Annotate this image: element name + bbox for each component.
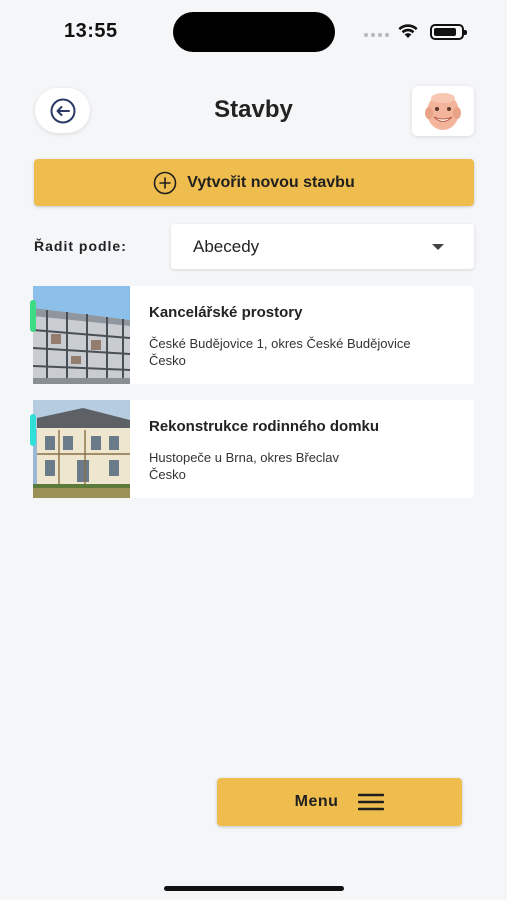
project-address: České Budějovice 1, okres České Budějovi…	[149, 336, 411, 351]
screen: 13:55 Stavby Vytvořit novou stavbu Řadit…	[0, 0, 507, 900]
hamburger-menu-icon	[358, 793, 385, 811]
sort-dropdown[interactable]: Abecedy	[171, 224, 474, 269]
status-time: 13:55	[64, 20, 118, 42]
menu-button[interactable]: Menu	[217, 778, 462, 826]
wifi-icon	[398, 24, 418, 38]
building-photo	[33, 400, 130, 498]
menu-button-label: Menu	[294, 793, 339, 810]
create-building-button[interactable]: Vytvořit novou stavbu	[34, 159, 474, 206]
status-indicator	[30, 300, 36, 332]
status-indicator	[30, 414, 36, 446]
dynamic-island	[173, 12, 335, 52]
home-indicator	[164, 886, 344, 891]
user-avatar-icon	[425, 93, 461, 130]
project-title: Rekonstrukce rodinného domku	[149, 418, 380, 435]
avatar[interactable]	[412, 86, 474, 136]
cellular-signal-icon	[364, 33, 389, 37]
sort-selected-value: Abecedy	[193, 237, 260, 256]
building-photo	[33, 286, 130, 384]
project-title: Kancelářské prostory	[149, 304, 303, 321]
create-button-label: Vytvořit novou stavbu	[187, 173, 355, 191]
sort-label: Řadit podle:	[34, 238, 127, 254]
chevron-down-icon	[432, 244, 444, 250]
project-country: Česko	[149, 353, 186, 368]
status-bar: 13:55	[0, 0, 507, 62]
list-item[interactable]: Rekonstrukce rodinného domku Hustopeče u…	[30, 400, 474, 498]
list-item[interactable]: Kancelářské prostory České Budějovice 1,…	[30, 286, 474, 384]
project-address: Hustopeče u Brna, okres Břeclav	[149, 450, 340, 465]
battery-icon	[430, 24, 467, 40]
plus-circle-icon	[153, 171, 177, 194]
project-country: Česko	[149, 467, 186, 482]
